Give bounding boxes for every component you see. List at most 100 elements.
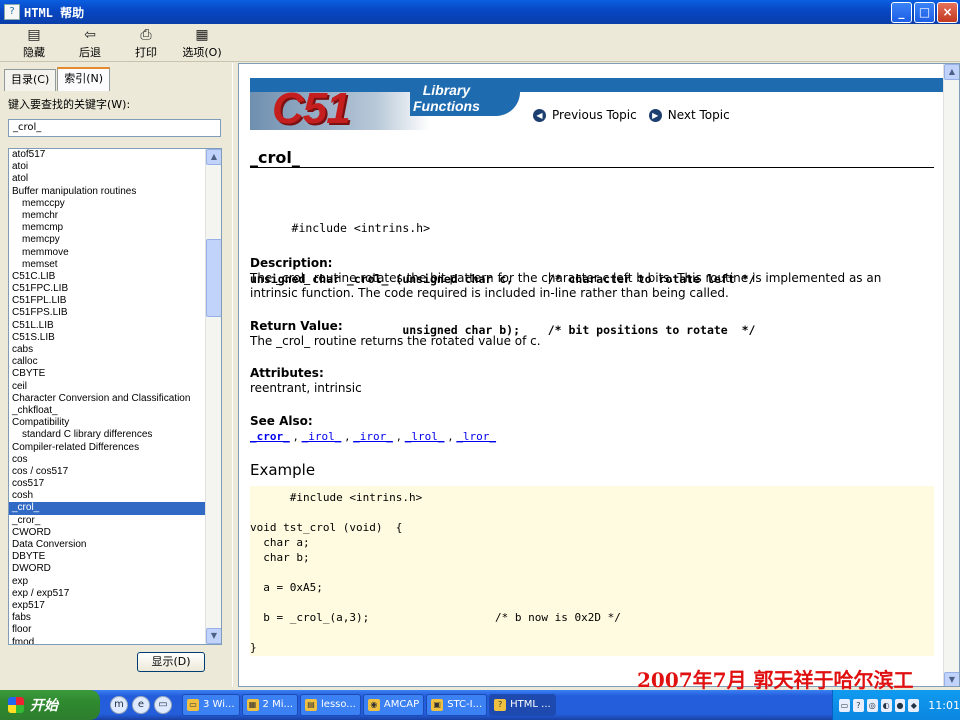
list-item[interactable]: C51FPS.LIB [9, 307, 205, 319]
watermark-caption: 2007年7月 郭天祥于哈尔滨工 [637, 668, 914, 692]
index-list[interactable]: atof517 atoi atol Buffer manipulation routi… [8, 148, 222, 645]
see-also-link-irol[interactable]: _irol_ [302, 430, 342, 443]
options-icon: ▦ [195, 26, 209, 43]
keyword-input[interactable]: _crol_ [8, 119, 221, 137]
back-button[interactable]: ⇦ 后退 [62, 24, 118, 62]
list-item[interactable]: cos [9, 454, 205, 466]
tab-contents[interactable]: 目录(C) [4, 69, 57, 91]
tray-icon[interactable]: ▭ [839, 698, 850, 712]
task-button[interactable]: ◉ AMCAP [362, 694, 425, 716]
list-item[interactable]: memset [9, 259, 205, 271]
scroll-down-icon[interactable]: ▼ [944, 672, 959, 686]
toolbar: ▤ 隐藏 ⇦ 后退 ⎙ 打印 ▦ 选项(O) [0, 24, 960, 62]
next-arrow-icon[interactable]: ▶ [648, 108, 662, 122]
list-item[interactable]: C51L.LIB [9, 320, 205, 332]
keyword-label: 键入要查找的关键字(W): [8, 98, 131, 111]
list-item[interactable]: ceil [9, 381, 205, 393]
see-also-link-cror[interactable]: _cror_ [250, 430, 290, 443]
list-item[interactable]: _cror_ [9, 515, 205, 527]
list-item[interactable]: DBYTE [9, 551, 205, 563]
tray-icon[interactable]: ◎ [866, 698, 878, 712]
previous-arrow-icon[interactable]: ◀ [533, 108, 546, 122]
taskbar: 开始 m e ▭ ▭ 3 Wi... ▦ 2 Mi... ▤ lesso... ◉ AM… [0, 690, 960, 720]
list-item[interactable]: cos517 [9, 478, 205, 490]
content-scrollbar[interactable]: ▲ ▼ [943, 64, 959, 686]
list-item[interactable]: C51FPL.LIB [9, 295, 205, 307]
description-section: Description: The _crol_ routine rotates … [250, 256, 882, 300]
task-button[interactable]: ▣ STC-I... [426, 694, 488, 716]
next-topic-link[interactable]: Next Topic [668, 108, 730, 122]
task-button[interactable]: ? HTML ... [489, 694, 556, 716]
list-item[interactable]: C51C.LIB [9, 271, 205, 283]
help-tray-icon[interactable]: ? [852, 698, 864, 712]
printer-icon: ⎙ [140, 26, 152, 43]
list-item[interactable]: C51S.LIB [9, 332, 205, 344]
list-item[interactable]: fabs [9, 612, 205, 624]
scroll-up-icon[interactable]: ▲ [944, 64, 959, 80]
list-item[interactable]: Compatibility [9, 417, 205, 429]
tray-icon[interactable]: ◆ [908, 698, 920, 712]
maximize-button[interactable]: □ [914, 2, 935, 23]
list-item[interactable]: cosh [9, 490, 205, 502]
options-button[interactable]: ▦ 选项(O) [174, 24, 230, 62]
help-app-icon: ? [4, 4, 20, 20]
list-item[interactable]: CWORD [9, 527, 205, 539]
list-item[interactable]: memcmp [9, 222, 205, 234]
scroll-up-icon[interactable]: ▲ [206, 149, 221, 165]
list-item[interactable]: memcpy [9, 234, 205, 246]
tab-index[interactable]: 索引(N) [57, 67, 111, 91]
desktop-icon[interactable]: ▭ [154, 696, 172, 714]
list-item[interactable]: Character Conversion and Classification [9, 393, 205, 405]
return-value-section: Return Value: The _crol_ routine returns… [250, 319, 541, 348]
task-button[interactable]: ▦ 2 Mi... [241, 694, 299, 716]
quick-launch-icon[interactable]: m [110, 696, 128, 714]
list-item[interactable]: C51FPC.LIB [9, 283, 205, 295]
see-also-link-lrol[interactable]: _lrol_ [405, 430, 445, 443]
list-item[interactable]: cos / cos517 [9, 466, 205, 478]
tray-icon[interactable]: ◐ [880, 698, 892, 712]
start-button[interactable]: 开始 [0, 690, 100, 720]
list-item[interactable]: atol [9, 173, 205, 185]
print-button[interactable]: ⎙ 打印 [118, 24, 174, 62]
see-also-link-lror[interactable]: _lror_ [456, 430, 496, 443]
list-item[interactable]: Compiler-related Differences [9, 442, 205, 454]
task-button[interactable]: ▭ 3 Wi... [182, 694, 240, 716]
see-also-link-iror[interactable]: _iror_ [353, 430, 393, 443]
hide-button[interactable]: ▤ 隐藏 [6, 24, 62, 62]
list-item[interactable]: exp / exp517 [9, 588, 205, 600]
list-item[interactable]: atof517 [9, 149, 205, 161]
list-item[interactable]: standard C library differences [9, 429, 205, 441]
list-item[interactable]: memccpy [9, 198, 205, 210]
task-button[interactable]: ▤ lesso... [300, 694, 361, 716]
help-icon: ? [494, 699, 507, 711]
scroll-down-icon[interactable]: ▼ [206, 628, 221, 644]
index-scrollbar[interactable]: ▲ ▼ [205, 149, 221, 644]
ie-icon[interactable]: e [132, 696, 150, 714]
clock: 11:01 [928, 698, 960, 712]
minimize-button[interactable]: _ [891, 2, 912, 23]
list-item[interactable]: exp517 [9, 600, 205, 612]
attributes-section: Attributes: reentrant, intrinsic [250, 366, 362, 395]
tray-icon[interactable]: ● [894, 698, 906, 712]
list-item[interactable]: Buffer manipulation routines [9, 186, 205, 198]
scroll-thumb[interactable] [206, 239, 221, 317]
list-item[interactable]: atoi [9, 161, 205, 173]
list-item[interactable]: fmod [9, 637, 205, 645]
example-heading: Example [250, 461, 316, 479]
list-item[interactable]: memchr [9, 210, 205, 222]
hide-icon: ▤ [27, 26, 41, 43]
list-item[interactable]: floor [9, 624, 205, 636]
show-button[interactable]: 显示(D) [137, 652, 205, 672]
list-item[interactable]: Data Conversion [9, 539, 205, 551]
previous-topic-link[interactable]: Previous Topic [552, 108, 637, 122]
list-item[interactable]: exp [9, 576, 205, 588]
close-button[interactable]: × [937, 2, 958, 23]
list-item[interactable]: DWORD [9, 563, 205, 575]
list-item[interactable]: cabs [9, 344, 205, 356]
list-item[interactable]: calloc [9, 356, 205, 368]
list-item[interactable]: _chkfloat_ [9, 405, 205, 417]
list-item[interactable]: memmove [9, 247, 205, 259]
list-item[interactable]: _crol_ [9, 502, 205, 515]
list-item[interactable]: CBYTE [9, 368, 205, 380]
chip-icon: ▣ [431, 699, 444, 711]
